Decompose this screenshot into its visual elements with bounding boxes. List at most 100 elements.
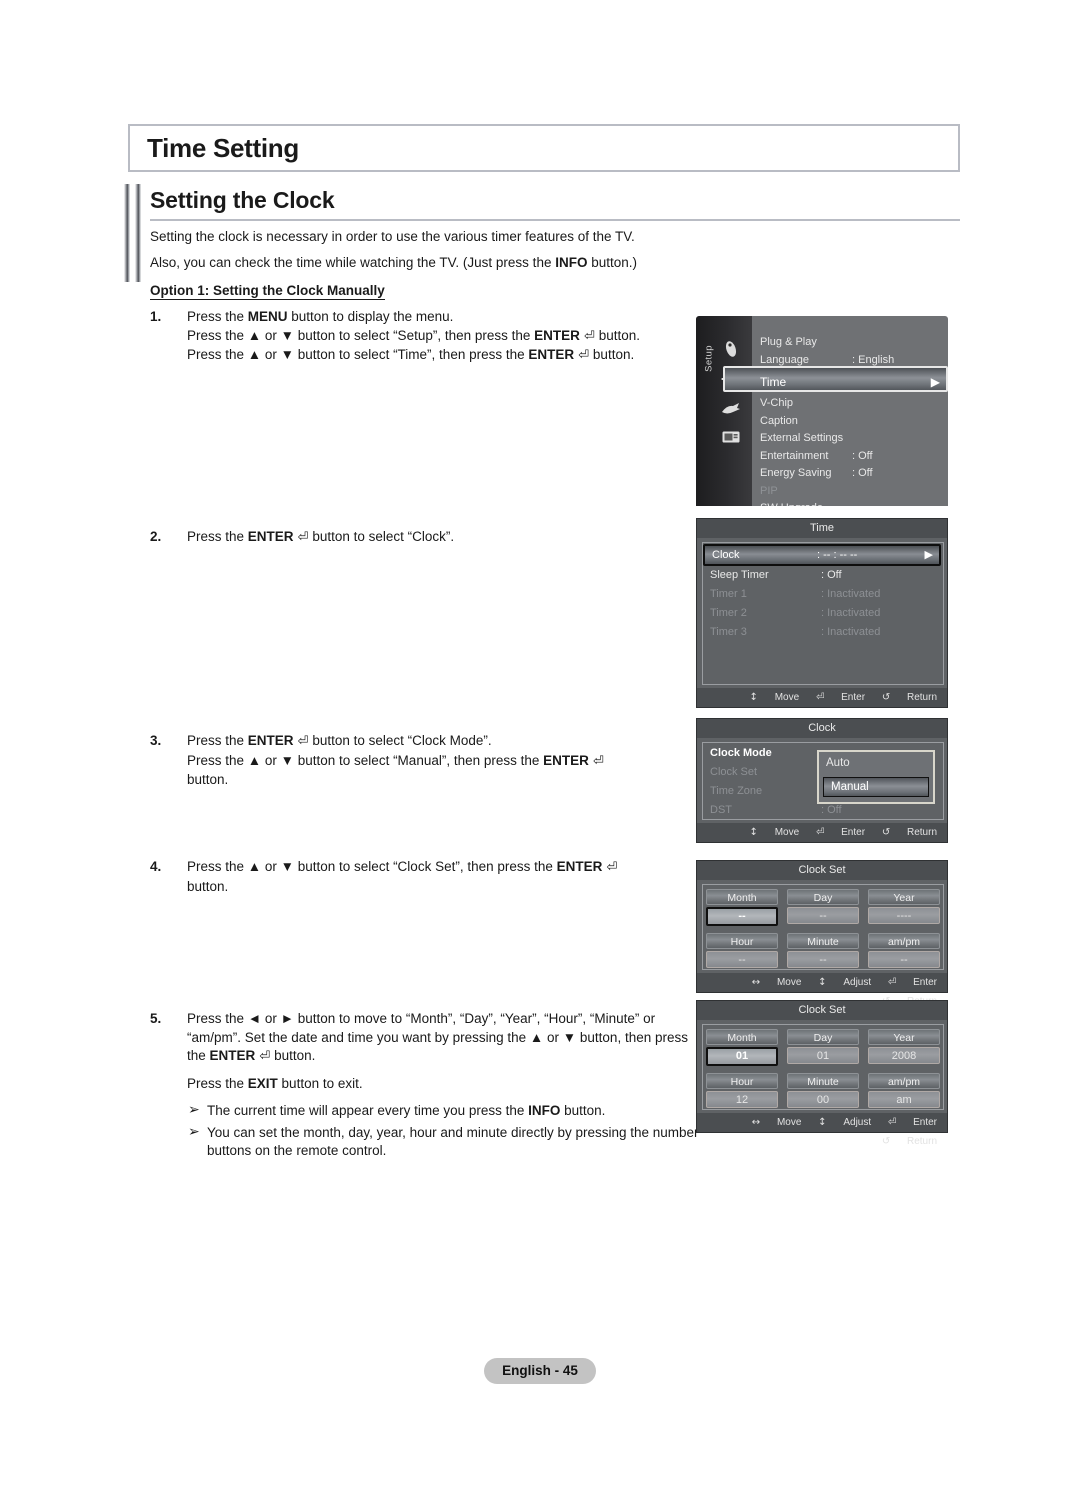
menu-item-time[interactable]: Time ▶ (752, 369, 948, 395)
field-minute[interactable]: Minute 00 (787, 1073, 859, 1108)
field-day[interactable]: Day -- (787, 889, 859, 926)
time-row-sleep-timer[interactable]: Sleep Timer : Off (703, 566, 941, 585)
field-day-value[interactable]: 01 (787, 1047, 859, 1064)
osd-time-menu[interactable]: Time Clock : -- : -- -- ▶ Sleep Timer : … (696, 518, 948, 708)
enter-icon: ⏎ (588, 753, 604, 769)
enter-icon: ⏎ (293, 530, 309, 545)
return-icon: ↺ (881, 1136, 891, 1147)
intro-line-1: Setting the clock is necessary in order … (150, 229, 635, 244)
field-hour-value[interactable]: -- (706, 951, 778, 968)
menu-item-language[interactable]: Language : English (752, 352, 948, 370)
footer-return: ↺ Return (881, 1136, 937, 1147)
step-3: 3. Press the ENTER ⏎ button to select “C… (150, 732, 710, 790)
footer-enter: ⏎ Enter (815, 827, 866, 838)
dropdown-option-auto[interactable]: Auto (819, 752, 933, 775)
clock-mode-dropdown[interactable]: Auto Manual (817, 750, 935, 804)
section-accent-bars (124, 184, 144, 282)
accent-bar-right (135, 184, 141, 282)
field-minute-value[interactable]: -- (787, 951, 859, 968)
time-row-timer-3: Timer 3 : Inactivated (710, 626, 881, 638)
bullet-arrow-icon: ➢ (188, 1124, 200, 1140)
field-year-value[interactable]: 2008 (868, 1047, 940, 1064)
manual-page: Time Setting Setting the Clock Setting t… (0, 0, 1080, 1488)
step-4-number: 4. (150, 859, 162, 874)
enter-icon: ⏎ (293, 734, 309, 749)
setup-rail-label: Setup (703, 345, 715, 372)
step-5: 5. Press the ◄ or ► button to move to “M… (150, 1010, 710, 1164)
step-5-number: 5. (150, 1011, 162, 1026)
step-1-body: Press the MENU button to display the men… (187, 308, 710, 366)
menu-item-plug-and-play[interactable]: Plug & Play (752, 334, 948, 352)
intro-text: Setting the clock is necessary in order … (150, 228, 710, 280)
menu-item-caption[interactable]: Caption (752, 413, 948, 431)
field-month-value[interactable]: -- (706, 907, 778, 926)
menu-item-pip: PIP (760, 484, 778, 497)
field-day[interactable]: Day 01 (787, 1029, 859, 1066)
osd-clock-menu[interactable]: Clock Clock Mode : Clock Set Time Zone D… (696, 718, 948, 843)
osd-setup-menu[interactable]: Setup Plug & Play Language: English Tim… (696, 316, 948, 506)
step-2-number: 2. (150, 529, 162, 544)
enter-icon: ⏎ (815, 827, 825, 838)
move-leftright-icon: ↔ (751, 977, 761, 988)
field-minute[interactable]: Minute -- (787, 933, 859, 968)
enter-icon: ⏎ (574, 348, 590, 363)
clock-set-row-date: Month 01 Day 01 Year 2008 (706, 1029, 940, 1066)
osd-clock-set-empty[interactable]: Clock Set Month -- Day -- Year ---- Hour… (696, 860, 948, 1007)
field-ampm[interactable]: am/pm am (868, 1073, 940, 1108)
clock-menu-footer: ↕ Move ⏎ Enter ↺ Return (697, 823, 947, 842)
field-ampm-value[interactable]: -- (868, 951, 940, 968)
field-ampm-value[interactable]: am (868, 1091, 940, 1108)
step-1-line-3: Press the ▲ or ▼ button to select “Time”… (187, 347, 635, 363)
enter-icon: ⏎ (579, 328, 595, 344)
step-5-body: Press the ◄ or ► button to move to “Mont… (187, 1010, 710, 1160)
chapter-title-box: Time Setting (128, 124, 960, 172)
time-menu-rows: Clock : -- : -- -- ▶ Sleep Timer : Off T… (703, 544, 941, 642)
menu-item-external-settings[interactable]: External Settings (752, 430, 948, 448)
option-heading: Option 1: Setting the Clock Manually (150, 283, 385, 300)
field-hour-value[interactable]: 12 (706, 1091, 778, 1108)
field-month[interactable]: Month -- (706, 889, 778, 926)
field-day-value[interactable]: -- (787, 907, 859, 924)
field-hour[interactable]: Hour -- (706, 933, 778, 968)
footer-enter: ⏎ Enter (887, 977, 937, 988)
menu-item-sw-upgrade[interactable]: SW Upgrade (752, 500, 948, 506)
return-icon: ↺ (881, 827, 891, 838)
footer-move: ↕ Move (749, 827, 800, 838)
dropdown-option-manual[interactable]: Manual (823, 777, 929, 797)
menu-item-entertainment[interactable]: Entertainment : Off (752, 448, 948, 466)
step-3-number: 3. (150, 733, 162, 748)
step-3-body: Press the ENTER ⏎ button to select “Cloc… (187, 732, 710, 790)
adjust-updown-icon: ↕ (818, 1117, 827, 1128)
osd-clock-set-filled[interactable]: Clock Set Month 01 Day 01 Year 2008 Hour… (696, 1000, 948, 1147)
clock-menu-header: Clock (697, 719, 947, 738)
field-month[interactable]: Month 01 (706, 1029, 778, 1066)
move-updown-icon: ↕ (749, 692, 758, 703)
clock-set-empty-footer: ↔ Move ↕ Adjust ⏎ Enter ↺ Return (697, 973, 947, 1007)
footer-move: ↕ Move (749, 692, 800, 703)
field-year[interactable]: Year ---- (868, 889, 940, 926)
step-1-line-1: Press the MENU button to display the men… (187, 309, 454, 324)
clock-set-filled-footer: ↔ Move ↕ Adjust ⏎ Enter ↺ Return (697, 1113, 947, 1147)
time-row-clock[interactable]: Clock : -- : -- -- ▶ (703, 544, 941, 566)
clock-set-row-time: Hour -- Minute -- am/pm -- (706, 933, 940, 968)
accent-bar-left (124, 184, 130, 282)
clock-set-row-time: Hour 12 Minute 00 am/pm am (706, 1073, 940, 1108)
menu-item-energy-saving[interactable]: Energy Saving : Off (752, 465, 948, 483)
step-4-line-2: button. (187, 878, 229, 894)
field-ampm[interactable]: am/pm -- (868, 933, 940, 968)
note-1: ➢ The current time will appear every tim… (188, 1102, 606, 1118)
step-3-line-1: Press the ENTER ⏎ button to select “Cloc… (187, 733, 492, 749)
section-title: Setting the Clock (150, 187, 335, 213)
section-divider (150, 219, 960, 221)
time-row-timer-2: Timer 2 : Inactivated (710, 607, 881, 619)
step-1-line-2: Press the ▲ or ▼ button to select “Setup… (187, 327, 640, 344)
footer-return: ↺ Return (881, 827, 937, 838)
field-hour[interactable]: Hour 12 (706, 1073, 778, 1108)
field-minute-value[interactable]: 00 (787, 1091, 859, 1108)
field-year[interactable]: Year 2008 (868, 1029, 940, 1066)
field-year-value[interactable]: ---- (868, 907, 940, 924)
footer-return: ↺ Return (881, 692, 937, 703)
field-month-value[interactable]: 01 (706, 1047, 778, 1066)
menu-item-v-chip[interactable]: V-Chip (752, 395, 948, 413)
hand-icon (722, 403, 740, 414)
